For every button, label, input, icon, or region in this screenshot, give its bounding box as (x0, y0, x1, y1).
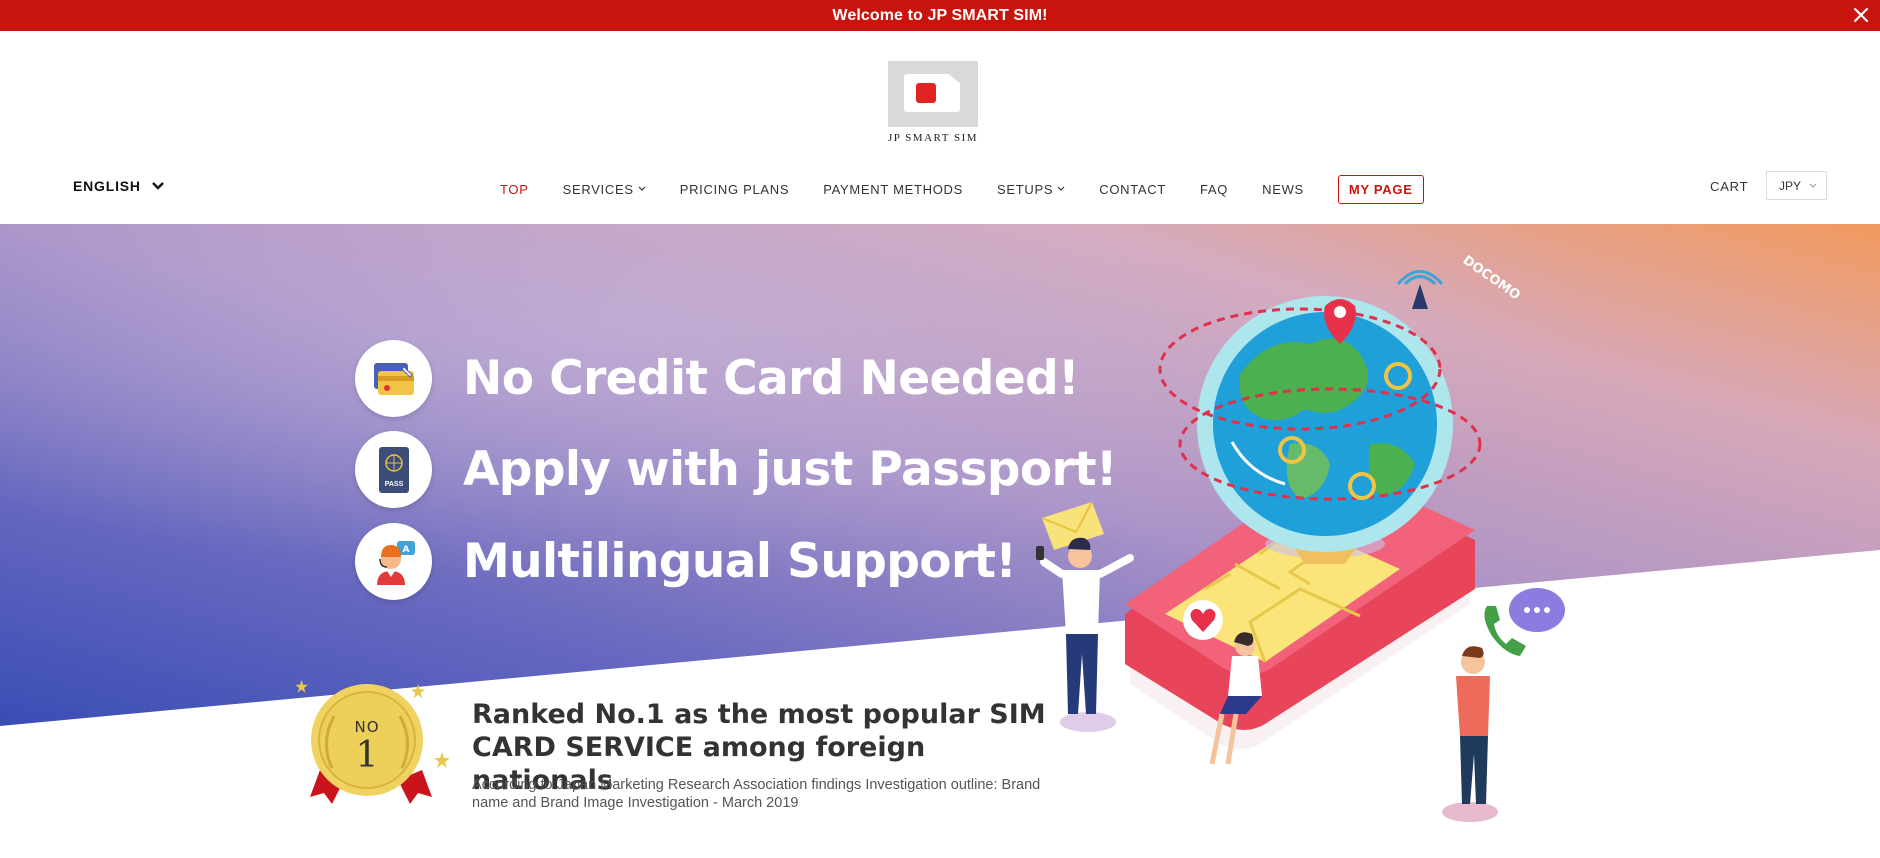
ranking-note: According to Japan Marketing Research As… (472, 777, 1041, 811)
announcement-text: Welcome to JP SMART SIM! (832, 6, 1048, 24)
site-header: JP SMART SIM ENGLISH TOP SERVICES PRICIN… (0, 31, 1880, 224)
nav-label: TOP (500, 181, 529, 197)
man-figure (1036, 537, 1134, 732)
nav-payment-methods[interactable]: PAYMENT METHODS (823, 182, 963, 197)
currency-value: JPY (1779, 178, 1802, 193)
nav-setups[interactable]: SETUPS (997, 182, 1065, 197)
signal-tower-icon: DOCOMO (1396, 253, 1523, 309)
main-nav: TOP SERVICES PRICING PLANS PAYMENT METHO… (500, 174, 1424, 204)
globe-sim-illustration: DOCOMO (1036, 253, 1565, 822)
man-standing-figure (1442, 646, 1498, 822)
nav-services[interactable]: SERVICES (563, 182, 646, 197)
announcement-bar: Welcome to JP SMART SIM! (0, 0, 1880, 31)
passport-icon: PASS (355, 431, 432, 508)
language-label: ENGLISH (73, 178, 141, 194)
nav-label: SERVICES (562, 181, 634, 197)
nav-news[interactable]: NEWS (1262, 182, 1304, 197)
operator-label: DOCOMO (1460, 253, 1523, 303)
nav-faq[interactable]: FAQ (1200, 182, 1228, 197)
award-label-number: 1 (356, 735, 379, 776)
cart-link[interactable]: CART (1710, 179, 1748, 194)
close-icon[interactable] (1850, 4, 1872, 26)
nav-pricing-plans[interactable]: PRICING PLANS (680, 182, 790, 197)
support-agent-icon: A (355, 523, 432, 600)
site-logo[interactable]: JP SMART SIM (888, 61, 978, 151)
passport-label: PASS (384, 481, 403, 488)
nav-contact[interactable]: CONTACT (1099, 182, 1166, 197)
nav-label: PRICING PLANS (679, 181, 790, 197)
award-label-no: NO (354, 718, 379, 736)
nav-label: FAQ (1200, 181, 1229, 197)
nav-label: NEWS (1262, 181, 1304, 197)
nav-top[interactable]: TOP (500, 182, 529, 197)
nav-label: CONTACT (1099, 181, 1166, 197)
sim-card-logo-icon (888, 61, 978, 127)
chevron-down-icon (638, 186, 646, 191)
my-page-label: MY PAGE (1348, 181, 1413, 197)
heart-icon (1183, 600, 1223, 640)
language-selector[interactable]: ENGLISH (73, 178, 165, 194)
feature-no-credit-card: No Credit Card Needed! (355, 340, 1080, 417)
brand-name: JP SMART SIM (887, 132, 979, 144)
feature-multilingual: A Multilingual Support! (355, 523, 1017, 600)
svg-text:A: A (402, 545, 409, 555)
nav-label: PAYMENT METHODS (823, 181, 964, 197)
chat-bubble-icon (1509, 588, 1565, 632)
chevron-down-icon (1809, 183, 1817, 188)
my-page-button[interactable]: MY PAGE (1337, 174, 1424, 204)
chevron-down-icon (1057, 186, 1065, 191)
no1-award-medal-icon: NO 1 (295, 680, 450, 804)
chevron-down-icon (151, 182, 164, 190)
hero-banner: No Credit Card Needed! PASS Apply with j… (0, 224, 1880, 858)
feature-text: No Credit Card Needed! (463, 351, 1080, 406)
currency-selector[interactable]: JPY (1766, 171, 1827, 200)
feature-text: Multilingual Support! (463, 534, 1017, 589)
credit-card-icon (355, 340, 432, 417)
nav-label: SETUPS (997, 181, 1054, 197)
